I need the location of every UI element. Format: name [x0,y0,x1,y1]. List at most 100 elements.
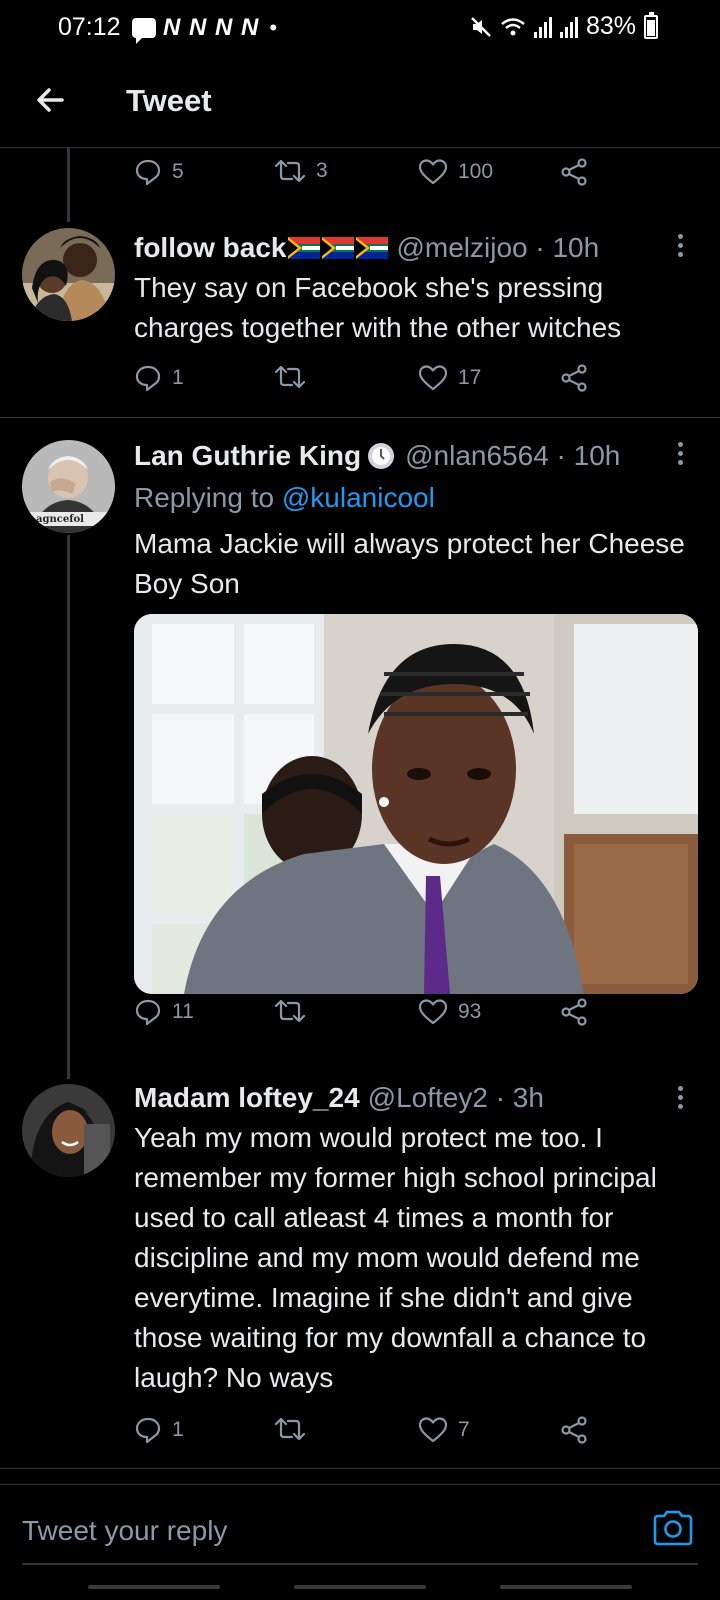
notification-icons: N N N N • [132,14,278,44]
reply-count: 5 [172,160,184,183]
mute-icon [471,16,491,37]
like-button[interactable]: 7 [418,1416,470,1444]
divider [0,417,720,418]
reply-button[interactable]: 1 [134,1416,184,1444]
arrow-left-icon [37,88,64,112]
retweet-button[interactable] [274,1416,306,1442]
action-row: 11 93 [134,998,614,1038]
reply-icon [135,1417,161,1444]
thread-line [67,148,70,222]
retweet-count: 3 [316,159,328,182]
reply-button[interactable]: 11 [134,998,194,1026]
gesture-bar-left [88,1585,220,1589]
reply-composer: Tweet your reply [0,1484,720,1596]
back-button[interactable] [28,78,72,122]
handle-and-time: @Loftey2 · 3h [367,1082,544,1113]
retweet-icon [274,1417,306,1441]
thread-line [67,535,70,1079]
status-bar: 07:12 N N N N • 83% [0,0,720,56]
page-title: Tweet [126,83,212,118]
like-button[interactable]: 93 [418,998,481,1026]
south-africa-flag-icon [288,237,321,259]
system-icons: 83% [470,11,658,41]
avatar[interactable] [22,228,115,321]
retweet-icon [274,365,306,389]
share-icon [561,998,587,1026]
camera-icon [653,1510,693,1546]
battery-icon [644,11,658,39]
more-options-icon[interactable] [676,442,684,468]
camera-button[interactable] [652,1509,694,1547]
battery-percent: 83% [585,12,636,40]
like-button[interactable]: 100 [418,158,493,186]
retweet-icon [274,999,306,1023]
retweet-button[interactable] [274,998,306,1024]
status-time: 07:12 [58,13,121,41]
tweet-header: follow back @melzijoo · 10h [134,232,599,264]
like-count: 17 [458,366,482,389]
clock-icon [368,443,395,469]
south-africa-flag-icon [356,237,389,259]
reply-count: 1 [172,1418,184,1441]
gesture-bar-right [500,1585,632,1589]
like-count: 7 [458,1418,470,1441]
reply-count: 1 [172,366,184,389]
heart-icon [418,365,448,391]
reply-button[interactable]: 5 [134,158,184,186]
share-button[interactable] [560,998,588,1026]
gesture-bar-center [294,1585,426,1589]
share-icon [561,1416,587,1444]
like-count: 100 [458,160,494,183]
more-options-icon[interactable] [676,1086,684,1112]
reply-icon [135,365,161,392]
handle-and-time: @melzijoo · 10h [396,232,600,263]
tweet-text: Yeah my mom would protect me too. I reme… [134,1122,657,1393]
signal-icon-2 [559,16,578,38]
avatar[interactable] [22,1084,115,1177]
share-button[interactable] [560,364,588,392]
top-app-bar: Tweet [0,56,720,148]
heart-icon [418,999,448,1025]
share-icon [561,158,587,186]
reply-button[interactable]: 1 [134,364,184,392]
share-button[interactable] [560,158,588,186]
reply-icon [135,999,161,1026]
avatar[interactable]: agncefol [22,440,115,533]
more-options-icon[interactable] [676,234,684,260]
reply-input[interactable]: Tweet your reply [22,1515,227,1547]
replying-to: Replying to @kulanicool [134,482,435,514]
wifi-icon [501,17,525,35]
reply-underline [22,1563,698,1565]
share-icon [561,364,587,392]
notification-letters: N N N N [163,14,260,41]
retweet-icon [274,159,306,183]
share-button[interactable] [560,1416,588,1444]
heart-icon [418,1417,448,1443]
action-row: 5 3 100 [134,158,614,198]
retweet-button[interactable] [274,364,306,390]
south-africa-flag-icon [322,237,355,259]
more-notifications-dot: • [269,15,278,40]
tweet-text: Mama Jackie will always protect her Chee… [134,528,685,599]
display-name[interactable]: Lan Guthrie King [134,440,361,472]
reply-count: 11 [172,1000,194,1023]
display-name[interactable]: follow back [134,232,286,264]
replying-to-handle[interactable]: @kulanicool [282,482,435,513]
tweet-photo[interactable] [134,614,698,994]
heart-icon [418,159,448,185]
handle-and-time: @nlan6564 · 10h [405,440,621,471]
tweet-header: Lan Guthrie King @nlan6564 · 10h [134,440,620,472]
tweet-header: Madam loftey_24 @Loftey2 · 3h [134,1082,544,1114]
display-name[interactable]: Madam loftey_24 [134,1082,360,1114]
action-row: 1 17 [134,364,614,404]
divider [0,1468,720,1469]
tweet-text: They say on Facebook she's pressing char… [134,272,622,343]
like-button[interactable]: 17 [418,364,481,392]
avatar-caption: agncefol [36,514,84,525]
message-icon [132,18,156,44]
retweet-button[interactable]: 3 [274,158,328,184]
action-row: 1 7 [134,1416,614,1456]
signal-icon-1 [533,16,552,38]
replying-to-label: Replying to [134,482,275,513]
reply-icon [135,159,161,186]
